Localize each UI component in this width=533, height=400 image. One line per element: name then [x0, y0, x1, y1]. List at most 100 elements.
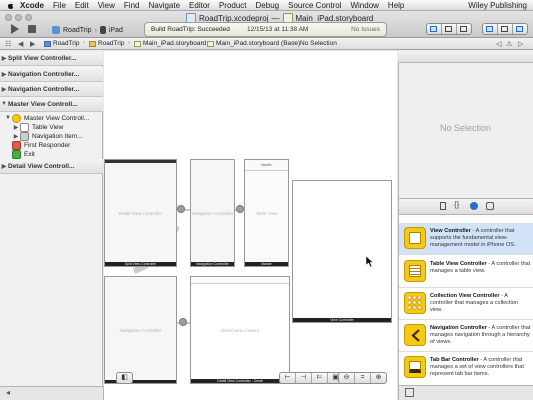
object-library-icon[interactable]	[470, 202, 478, 210]
issues-indicator[interactable]: No Issues	[351, 26, 380, 33]
folder-icon	[89, 40, 96, 47]
version-editor-button[interactable]	[457, 24, 471, 34]
breadcrumb-chevron-icon: ›	[293, 39, 296, 46]
apple-icon[interactable]	[5, 1, 15, 10]
menu-product[interactable]: Product	[219, 1, 247, 10]
pin-button[interactable]: ⊣	[296, 373, 312, 383]
outline-scene-detail[interactable]: ▶ Detail View Controll...	[0, 159, 103, 174]
menu-help[interactable]: Help	[388, 1, 404, 10]
scheme-selector[interactable]: RoadTrip › iPad	[52, 24, 123, 36]
toggle-utilities-button[interactable]	[513, 24, 527, 34]
toggle-debug-area-button[interactable]	[498, 24, 513, 34]
outline-scene-navigation-2[interactable]: ▶ Navigation Controller...	[0, 82, 103, 97]
disclosure-triangle-icon[interactable]: ▶	[0, 86, 8, 93]
zoom-window-button[interactable]	[25, 14, 32, 21]
library-item-title: Table View Controller	[430, 261, 487, 267]
stop-button[interactable]	[28, 25, 36, 33]
back-arrow-icon[interactable]: ◀	[18, 40, 23, 48]
view-controller-icon	[404, 227, 426, 249]
library-item-view-controller[interactable]: View Controller - A controller that supp…	[399, 223, 533, 255]
segue-icon[interactable]	[236, 205, 244, 213]
assistant-editor-button[interactable]	[442, 24, 457, 34]
breadcrumb-selection[interactable]: No Selection	[300, 40, 337, 47]
zoom-in-button[interactable]: ⊕	[371, 373, 386, 383]
storyboard-canvas[interactable]: Detail View Controller Split View Contro…	[104, 51, 397, 400]
scene-content-label: Table View	[255, 210, 278, 216]
scene-navigation-controller-detail[interactable]: Navigation Controller	[104, 276, 177, 384]
menu-file[interactable]: File	[53, 1, 66, 10]
code-snippet-library-icon[interactable]: {}	[454, 200, 459, 209]
disclosure-triangle-icon[interactable]: ▼	[0, 101, 8, 107]
align-button[interactable]: ⊢	[280, 373, 296, 383]
library-item-table-view-controller[interactable]: Table View Controller - A controller tha…	[399, 256, 533, 288]
outline-footer: ◂	[0, 386, 104, 400]
breadcrumb-label: No Selection	[300, 40, 337, 47]
menu-editor[interactable]: Editor	[189, 1, 210, 10]
menu-app-xcode[interactable]: Xcode	[20, 1, 44, 10]
breadcrumb-group[interactable]: RoadTrip	[89, 40, 125, 47]
segue-icon[interactable]	[177, 205, 185, 213]
segue-icon[interactable]	[179, 318, 187, 326]
no-selection-label: No Selection	[439, 123, 492, 133]
menu-window[interactable]: Window	[350, 1, 378, 10]
destination-label: iPad	[108, 26, 123, 34]
disclosure-triangle-icon[interactable]: ▶	[0, 163, 8, 170]
scene-navigation-controller[interactable]: Navigation Controller Navigation Control…	[190, 159, 235, 267]
standard-editor-button[interactable]	[427, 24, 442, 34]
warning-nav-back-icon[interactable]: ◁	[496, 40, 501, 48]
zoom-fit-button[interactable]: =	[355, 373, 371, 383]
minimize-window-button[interactable]	[15, 14, 22, 21]
scene-split-view-controller[interactable]: Detail View Controller Split View Contro…	[104, 159, 177, 267]
warning-nav-icon[interactable]: ⚠	[506, 40, 512, 48]
library-item-tab-bar-controller[interactable]: Tab Bar Controller - A controller that m…	[399, 352, 533, 383]
menu-edit[interactable]: Edit	[75, 1, 89, 10]
document-outline: ▶ Split View Controller... ▶ Navigation …	[0, 51, 103, 386]
scene-detail-view-controller[interactable]: Detail view content Detail View Controll…	[190, 276, 290, 384]
menu-debug[interactable]: Debug	[256, 1, 280, 10]
library-item-title: View Controller	[430, 228, 471, 234]
menu-user[interactable]: Wiley Publishing	[468, 1, 527, 10]
forward-arrow-icon[interactable]: ▶	[30, 40, 35, 48]
outline-scene-navigation-1[interactable]: ▶ Navigation Controller...	[0, 67, 103, 82]
resolve-layout-button[interactable]: ⊨	[312, 373, 328, 383]
library-item-navigation-controller[interactable]: Navigation Controller - A controller tha…	[399, 320, 533, 352]
menu-source-control[interactable]: Source Control	[288, 1, 341, 10]
menu-bar: Xcode File Edit View Find Navigate Edito…	[0, 0, 533, 11]
scene-content-label: Detail view content	[221, 327, 259, 333]
scene-caption: Master View Controller - Master	[247, 257, 286, 266]
breadcrumb-storyboard[interactable]: Main_iPad.storyboard	[134, 40, 206, 47]
file-template-library-icon[interactable]	[440, 202, 446, 210]
related-items-icon[interactable]: ☷	[5, 40, 11, 48]
menu-find[interactable]: Find	[124, 1, 140, 10]
warning-nav-forward-icon[interactable]: ▷	[518, 40, 523, 48]
scene-content-label: Navigation Controller	[119, 327, 162, 333]
object-library: View Controller - A controller that supp…	[398, 215, 533, 385]
toggle-outline-button[interactable]: ◧	[117, 373, 132, 383]
status-bar	[105, 160, 176, 163]
library-item-collection-view-controller[interactable]: Collection View Controller - A controlle…	[399, 288, 533, 320]
outline-scene-split-view[interactable]: ▶ Split View Controller...	[0, 51, 103, 66]
hide-outline-icon[interactable]: ◂	[6, 388, 10, 397]
exit-icon	[12, 149, 21, 159]
utilities-panel-icon	[516, 26, 523, 32]
toggle-navigator-button[interactable]	[483, 24, 498, 34]
disclosure-triangle-icon[interactable]: ▶	[0, 71, 8, 78]
outline-scene-master[interactable]: ▼ Master View Controll...	[0, 97, 103, 112]
ipad-device-icon	[99, 26, 106, 34]
scheme-label: RoadTrip	[63, 26, 92, 34]
storyboard-icon	[134, 40, 141, 47]
breadcrumb-project[interactable]: RoadTrip	[44, 40, 80, 47]
menu-view[interactable]: View	[98, 1, 115, 10]
run-button[interactable]	[8, 23, 20, 35]
zoom-out-button[interactable]: ⊖	[339, 373, 355, 383]
library-view-mode-icon[interactable]	[405, 388, 414, 397]
breadcrumb-storyboard-base[interactable]: Main_iPad.storyboard (Base)	[207, 40, 300, 47]
media-library-icon[interactable]	[486, 202, 494, 210]
scene-master-view-controller[interactable]: Master Table View Master View Controller…	[244, 159, 289, 267]
close-window-button[interactable]	[5, 14, 12, 21]
scene-view-controller[interactable]: View Controller	[292, 180, 392, 323]
navigation-bar: Master	[245, 160, 288, 171]
disclosure-triangle-icon[interactable]: ▶	[0, 55, 8, 62]
build-status: Build RoadTrip: Succeeded	[151, 26, 230, 33]
menu-navigate[interactable]: Navigate	[148, 1, 180, 10]
